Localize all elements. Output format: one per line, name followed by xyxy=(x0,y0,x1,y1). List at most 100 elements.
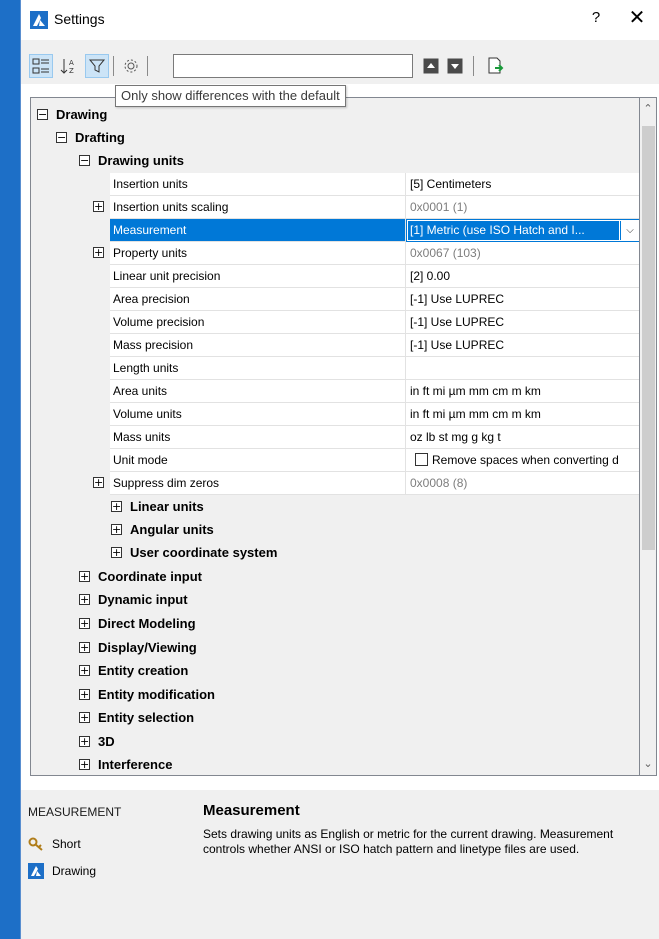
property-value[interactable]: oz lb st mg g kg t xyxy=(406,426,639,449)
previous-button[interactable] xyxy=(419,54,443,78)
tree-category-drafting[interactable]: − Drafting xyxy=(31,127,639,150)
vertical-scrollbar[interactable]: ⌃ ⌄ xyxy=(640,97,657,776)
property-row[interactable]: Linear unit precision [2] 0.00 xyxy=(31,265,639,288)
collapse-icon[interactable]: − xyxy=(37,109,48,120)
property-value[interactable]: [-1] Use LUPREC xyxy=(406,288,639,311)
expand-icon[interactable]: + xyxy=(93,201,104,212)
property-value[interactable]: [2] 0.00 xyxy=(406,265,639,288)
expand-icon[interactable]: + xyxy=(93,477,104,488)
expand-icon[interactable]: + xyxy=(79,618,90,629)
expand-icon[interactable]: + xyxy=(79,642,90,653)
property-name: Length units xyxy=(110,357,406,380)
tree-category[interactable]: + Angular units xyxy=(31,519,639,542)
export-icon xyxy=(488,57,504,74)
setting-title: Measurement xyxy=(203,802,300,819)
toolbar-separator xyxy=(147,56,148,76)
help-button[interactable]: ? xyxy=(586,9,606,26)
expand-icon[interactable]: + xyxy=(79,594,90,605)
title-bar: Settings ? ✕ xyxy=(21,0,659,40)
property-value[interactable]: [-1] Use LUPREC xyxy=(406,311,639,334)
expand-icon[interactable]: + xyxy=(79,712,90,723)
property-row[interactable]: Volume units in ft mi µm mm cm m km xyxy=(31,403,639,426)
tree-category[interactable]: + Entity creation xyxy=(31,660,639,683)
scroll-down-icon[interactable]: ⌄ xyxy=(640,755,656,773)
property-row[interactable]: + Suppress dim zeros 0x0008 (8) xyxy=(31,472,639,495)
expand-icon[interactable]: + xyxy=(79,689,90,700)
collapse-icon[interactable]: − xyxy=(56,132,67,143)
tree-category-drawing[interactable]: − Drawing xyxy=(31,104,639,127)
property-row[interactable]: Unit mode Remove spaces when converting … xyxy=(31,449,639,472)
export-button[interactable] xyxy=(483,54,507,78)
settings-tree: − Drawing − Drafting − Drawing units Ins… xyxy=(30,97,640,776)
expand-icon[interactable]: + xyxy=(79,759,90,770)
alphabetical-view-button[interactable]: A Z xyxy=(57,54,81,78)
gear-icon xyxy=(124,59,138,73)
tree-category[interactable]: + Direct Modeling xyxy=(31,613,639,636)
property-value[interactable]: in ft mi µm mm cm m km xyxy=(406,403,639,426)
scrollbar-thumb[interactable] xyxy=(642,126,655,550)
next-button[interactable] xyxy=(443,54,467,78)
filter-icon xyxy=(88,59,106,73)
expand-icon[interactable]: + xyxy=(111,524,122,535)
setting-description: Sets drawing units as English or metric … xyxy=(203,827,614,856)
scroll-up-icon[interactable]: ⌃ xyxy=(640,100,656,118)
expand-icon[interactable]: + xyxy=(111,501,122,512)
expand-icon[interactable]: + xyxy=(93,247,104,258)
property-value[interactable] xyxy=(406,357,639,380)
property-row[interactable]: Volume precision [-1] Use LUPREC xyxy=(31,311,639,334)
close-button[interactable]: ✕ xyxy=(623,5,651,30)
expand-icon[interactable]: + xyxy=(79,571,90,582)
property-value[interactable]: 0x0001 (1) xyxy=(406,196,639,219)
key-icon xyxy=(28,836,44,852)
property-name: Mass precision xyxy=(110,334,406,357)
drawing-icon xyxy=(28,863,44,879)
property-name: Unit mode xyxy=(110,449,406,472)
property-name: Property units xyxy=(110,242,406,265)
tree-category-drawing-units[interactable]: − Drawing units xyxy=(31,150,639,173)
svg-text:Z: Z xyxy=(69,67,74,75)
expand-icon[interactable]: + xyxy=(79,736,90,747)
tree-category[interactable]: + Coordinate input xyxy=(31,566,639,589)
property-row[interactable]: + Insertion units scaling 0x0001 (1) xyxy=(31,196,639,219)
property-name: Linear unit precision xyxy=(110,265,406,288)
search-input[interactable] xyxy=(173,54,413,78)
tree-category[interactable]: + User coordinate system xyxy=(31,542,639,565)
tree-category[interactable]: + 3D xyxy=(31,731,639,754)
property-row[interactable]: Area units in ft mi µm mm cm m km xyxy=(31,380,639,403)
property-row[interactable]: Insertion units [5] Centimeters xyxy=(31,173,639,196)
tree-category[interactable]: + Display/Viewing xyxy=(31,637,639,660)
tree-category[interactable]: + Dynamic input xyxy=(31,589,639,612)
arrow-up-icon xyxy=(423,58,439,74)
property-row[interactable]: Length units xyxy=(31,357,639,380)
filter-differences-button[interactable] xyxy=(85,54,109,78)
property-row-selected[interactable]: Measurement [1] Metric (use ISO Hatch an… xyxy=(31,219,639,242)
categorized-view-button[interactable] xyxy=(29,54,53,78)
property-value[interactable]: [5] Centimeters xyxy=(406,173,639,196)
chevron-down-icon[interactable]: ⌵ xyxy=(620,221,639,240)
remove-spaces-checkbox[interactable] xyxy=(415,453,428,466)
settings-gear-button[interactable] xyxy=(119,54,143,78)
tree-category[interactable]: + Entity selection xyxy=(31,707,639,730)
measurement-select[interactable]: [1] Metric (use ISO Hatch and I... ⌵ xyxy=(406,219,639,242)
expand-icon[interactable]: + xyxy=(111,547,122,558)
setting-variable-name: MEASUREMENT xyxy=(28,805,122,819)
property-value[interactable]: [-1] Use LUPREC xyxy=(406,334,639,357)
collapse-icon[interactable]: − xyxy=(79,155,90,166)
toolbar-separator xyxy=(473,56,474,76)
property-value[interactable]: 0x0067 (103) xyxy=(406,242,639,265)
property-row[interactable]: Area precision [-1] Use LUPREC xyxy=(31,288,639,311)
tree-category[interactable]: + Entity modification xyxy=(31,684,639,707)
tree-category[interactable]: + Linear units xyxy=(31,496,639,519)
property-name: Volume precision xyxy=(110,311,406,334)
short-label: Short xyxy=(52,837,81,851)
property-row[interactable]: + Property units 0x0067 (103) xyxy=(31,242,639,265)
toolbar: A Z xyxy=(21,40,659,84)
property-row[interactable]: Mass units oz lb st mg g kg t xyxy=(31,426,639,449)
property-value[interactable]: 0x0008 (8) xyxy=(406,472,639,495)
toolbar-separator xyxy=(113,56,114,76)
expand-icon[interactable]: + xyxy=(79,665,90,676)
property-value[interactable]: in ft mi µm mm cm m km xyxy=(406,380,639,403)
tree-category[interactable]: + Interference xyxy=(31,754,639,775)
property-row[interactable]: Mass precision [-1] Use LUPREC xyxy=(31,334,639,357)
window-edge xyxy=(0,0,20,939)
